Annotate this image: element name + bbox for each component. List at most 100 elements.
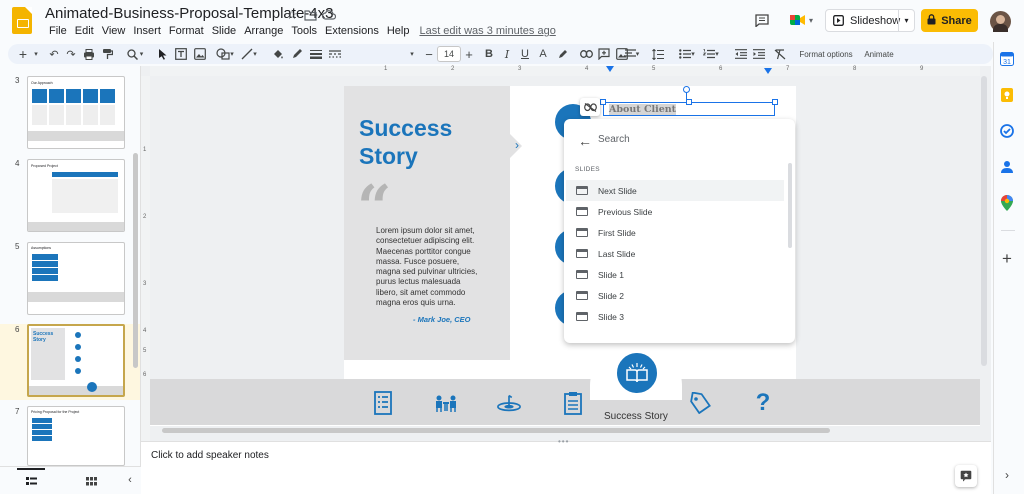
shape-icon[interactable]: ▾ [214, 46, 236, 62]
slideshow-button[interactable]: Slideshow ▾ [825, 9, 915, 32]
font-dropdown-icon[interactable]: ▾ [401, 46, 423, 62]
slide-thumbnail-4[interactable]: Proposed Project [27, 159, 125, 232]
add-comment-icon[interactable] [597, 46, 611, 62]
menu-edit[interactable]: Edit [71, 25, 98, 37]
cloud-status-icon[interactable] [321, 7, 337, 23]
rotate-handle[interactable] [683, 86, 690, 93]
image-icon[interactable] [193, 46, 207, 62]
new-slide-dropdown-icon[interactable]: ▾ [31, 46, 41, 62]
resize-handle[interactable] [686, 99, 692, 105]
menu-file[interactable]: File [45, 25, 71, 37]
canvas-horizontal-scrollbar[interactable] [162, 428, 830, 433]
decrease-indent-icon[interactable] [734, 46, 748, 62]
indent-marker[interactable] [606, 66, 614, 72]
notes-resize-handle[interactable]: ••• [558, 437, 569, 446]
open-book-icon[interactable] [614, 350, 660, 396]
paint-format-icon[interactable] [100, 46, 114, 62]
menu-view[interactable]: View [98, 25, 130, 37]
collapse-panel-icon[interactable]: ‹ [124, 474, 136, 486]
dropdown-search-input[interactable]: Search [598, 134, 630, 145]
checklist-icon[interactable] [371, 391, 395, 415]
star-icon[interactable]: ☆ [284, 7, 300, 23]
menu-slide[interactable]: Slide [208, 25, 240, 37]
new-slide-icon[interactable]: + [16, 46, 30, 62]
underline-icon[interactable]: U [519, 46, 531, 62]
dropdown-item-next-slide[interactable]: Next Slide [566, 180, 784, 201]
decrease-font-size-button[interactable]: − [423, 46, 435, 62]
last-edit-link[interactable]: Last edit was 3 minutes ago [413, 25, 561, 37]
share-button[interactable]: Share [921, 9, 978, 32]
dropdown-item-slide-2[interactable]: Slide 2 [566, 285, 784, 306]
comment-history-icon[interactable] [754, 12, 770, 28]
insert-link-icon[interactable] [579, 46, 593, 62]
price-tag-icon[interactable] [688, 391, 712, 415]
increase-indent-icon[interactable] [752, 46, 766, 62]
meet-icon[interactable]: ▾ [786, 11, 816, 29]
zoom-icon[interactable]: ▾ [124, 46, 146, 62]
border-dash-icon[interactable] [328, 46, 342, 62]
about-client-text[interactable]: About Client [609, 104, 677, 115]
text-box-icon[interactable] [174, 46, 188, 62]
slide-thumbnail-6[interactable]: Success Story [27, 324, 125, 397]
animate-button[interactable]: Animate [860, 46, 898, 62]
speaker-notes-panel[interactable] [141, 441, 991, 494]
slide-title[interactable]: Success Story [359, 114, 499, 170]
print-icon[interactable] [82, 46, 96, 62]
bold-icon[interactable]: B [483, 46, 495, 62]
align-icon[interactable]: ▾ [621, 46, 643, 62]
slides-logo-icon[interactable] [12, 7, 32, 34]
bulleted-list-icon[interactable]: ▾ [676, 46, 698, 62]
menu-tools[interactable]: Tools [287, 25, 321, 37]
redo-icon[interactable]: ↷ [64, 46, 78, 62]
line-icon[interactable]: ▾ [238, 46, 260, 62]
keep-icon[interactable] [1000, 88, 1014, 102]
grid-view-icon[interactable] [84, 475, 98, 487]
dropdown-scrollbar[interactable] [788, 163, 792, 248]
dropdown-item-first-slide[interactable]: First Slide [566, 222, 784, 243]
testimonial-text[interactable]: Lorem ipsum dolor sit amet, consectetuer… [376, 226, 482, 308]
dropdown-item-slide-3[interactable]: Slide 3 [566, 306, 784, 327]
move-folder-icon[interactable] [302, 7, 318, 23]
remove-link-icon[interactable] [580, 98, 600, 116]
right-indent-marker[interactable] [764, 68, 772, 74]
resize-handle[interactable] [600, 99, 606, 105]
dropdown-item-slide-1[interactable]: Slide 1 [566, 264, 784, 285]
contacts-icon[interactable] [1000, 160, 1014, 174]
dropdown-item-previous-slide[interactable]: Previous Slide [566, 201, 784, 222]
font-size-input[interactable]: 14 [437, 46, 461, 62]
filmstrip-scrollbar[interactable] [133, 153, 138, 368]
target-icon[interactable] [497, 391, 521, 415]
menu-format[interactable]: Format [165, 25, 208, 37]
canvas-vertical-scrollbar[interactable] [981, 76, 987, 366]
show-side-panel-icon[interactable]: › [1000, 468, 1014, 482]
format-options-button[interactable]: Format options [795, 46, 857, 62]
testimonial-author[interactable]: - Mark Joe, CEO [413, 315, 471, 324]
get-add-ons-icon[interactable]: + [1000, 249, 1014, 268]
text-color-icon[interactable]: A [537, 46, 549, 62]
increase-font-size-button[interactable]: + [463, 46, 475, 62]
line-spacing-icon[interactable] [651, 46, 665, 62]
numbered-list-icon[interactable]: ▾ [700, 46, 722, 62]
calendar-icon[interactable]: 31 [1000, 52, 1014, 66]
filmstrip-view-icon[interactable] [24, 475, 38, 487]
undo-icon[interactable]: ↶ [47, 46, 61, 62]
menu-help[interactable]: Help [383, 25, 414, 37]
meeting-icon[interactable] [434, 391, 458, 415]
slide-thumbnail-7[interactable]: Pricing Proposal for the Project [27, 406, 125, 466]
border-color-icon[interactable] [290, 46, 304, 62]
explore-icon[interactable] [955, 465, 977, 487]
menu-extensions[interactable]: Extensions [321, 25, 383, 37]
maps-icon[interactable] [1000, 195, 1014, 211]
slide-thumbnail-5[interactable]: Assumptions [27, 242, 125, 315]
clear-formatting-icon[interactable] [773, 46, 787, 62]
clipboard-icon[interactable] [561, 391, 585, 415]
border-weight-icon[interactable] [309, 46, 323, 62]
select-cursor-icon[interactable] [156, 46, 170, 62]
slideshow-dropdown-icon[interactable]: ▾ [898, 10, 914, 31]
dropdown-item-last-slide[interactable]: Last Slide [566, 243, 784, 264]
question-mark-icon[interactable]: ? [751, 389, 775, 416]
slide-thumbnail-3[interactable]: Our Approach [27, 76, 125, 149]
fill-color-icon[interactable] [271, 46, 285, 62]
highlight-color-icon[interactable] [555, 46, 569, 62]
italic-icon[interactable]: I [501, 46, 513, 62]
